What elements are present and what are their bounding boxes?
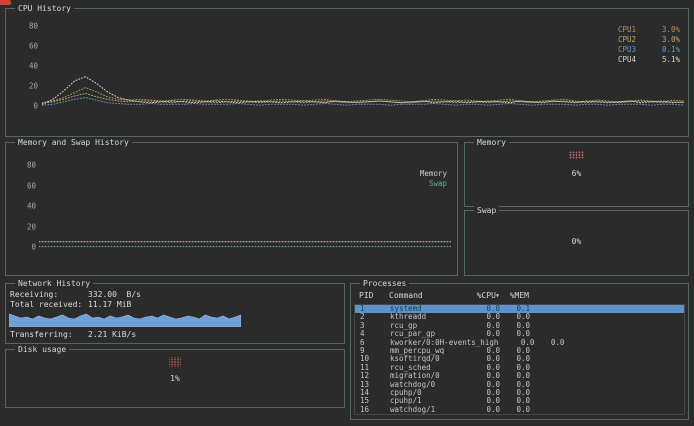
swap-gauge-panel: Swap 0% xyxy=(464,210,689,276)
cpu-legend-value: 0.1% xyxy=(662,45,680,55)
disk-usage-percent: 1% xyxy=(6,374,344,383)
y-tick-label: 20 xyxy=(29,82,38,91)
process-cpu: 0.0 xyxy=(470,406,500,414)
y-tick-label: 40 xyxy=(29,62,38,71)
swap-usage-percent: 0% xyxy=(465,237,688,246)
receiving-value: 332.00 B/s xyxy=(88,290,141,300)
processes-panel: Processes PID Command %CPU▼ %MEM 1system… xyxy=(350,283,689,420)
cpu-legend-entry: CPU2 3.0% xyxy=(618,35,680,45)
memory-usage-percent: 6% xyxy=(465,169,688,178)
memory-swap-y-axis: 80 60 40 20 0 xyxy=(6,143,36,275)
process-list[interactable]: 1systemd0.00.12kthreadd0.00.03rcu_gp0.00… xyxy=(354,304,685,415)
memory-swap-legend-label: Swap xyxy=(420,179,447,189)
cpu-legend-value: 3.0% xyxy=(662,35,680,45)
y-tick-label: 60 xyxy=(29,42,38,51)
cpu-legend-label: CPU4 xyxy=(618,55,636,65)
transferring-value: 2.21 KiB/s xyxy=(88,330,136,340)
cpu-legend: CPU1 3.0% CPU2 3.0% CPU3 0.1% CPU4 5.1% xyxy=(618,25,680,65)
header-mem[interactable]: %MEM xyxy=(499,291,529,301)
memory-gauge-panel: Memory 6% xyxy=(464,142,689,207)
process-mem: 0.0 xyxy=(500,406,530,414)
y-tick-label: 20 xyxy=(27,222,36,231)
disk-usage-dots-icon xyxy=(169,357,181,367)
cpu-legend-entry: CPU3 0.1% xyxy=(618,45,680,55)
header-pid[interactable]: PID xyxy=(359,291,389,301)
total-received-label: Total received: xyxy=(10,300,88,310)
total-received-value: 11.17 MiB xyxy=(88,300,131,310)
cpu-legend-entry: CPU4 5.1% xyxy=(618,55,680,65)
memory-gauge-title: Memory xyxy=(474,138,509,147)
memory-swap-history-panel: Memory and Swap History 806040200 Memory… xyxy=(5,142,458,276)
y-tick-label: 80 xyxy=(27,161,36,170)
receiving-label: Receiving: xyxy=(10,290,88,300)
processes-header-row: PID Command %CPU▼ %MEM xyxy=(351,291,688,301)
network-history-title: Network History xyxy=(15,279,93,288)
transferring-line: Transferring: 2.21 KiB/s xyxy=(6,330,136,340)
swap-gauge-title: Swap xyxy=(474,206,499,215)
red-indicator-icon xyxy=(0,0,11,5)
process-row[interactable]: 16watchdog/10.00.0 xyxy=(355,406,684,414)
cpu-history-panel: CPU History 806040200 CPU13.0%CPU23.0%CP… xyxy=(5,8,689,137)
y-tick-label: 60 xyxy=(27,181,36,190)
memory-usage-dots-icon xyxy=(569,151,584,159)
memory-swap-legend: MemorySwap xyxy=(420,169,447,189)
receiving-line: Receiving: 332.00 B/s xyxy=(6,290,141,300)
memory-swap-history-chart xyxy=(39,155,451,255)
network-sparkline-chart xyxy=(9,311,241,327)
total-received-line: Total received: 11.17 MiB xyxy=(6,300,131,310)
header-cpu[interactable]: %CPU▼ xyxy=(469,291,499,301)
cpu-y-axis: 80 60 40 20 0 xyxy=(6,9,38,136)
cpu-legend-label: CPU3 xyxy=(618,45,636,55)
y-tick-label: 0 xyxy=(33,102,38,111)
process-pid: 16 xyxy=(360,406,390,414)
header-command[interactable]: Command xyxy=(389,291,469,301)
network-history-panel: Network History Receiving: 332.00 B/s To… xyxy=(5,283,345,344)
cpu-legend-entry: CPU1 3.0% xyxy=(618,25,680,35)
y-tick-label: 0 xyxy=(31,243,36,252)
process-command: watchdog/1 xyxy=(390,406,470,414)
cpu-legend-label: CPU2 xyxy=(618,35,636,45)
cpu-legend-value: 5.1% xyxy=(662,55,680,65)
disk-usage-title: Disk usage xyxy=(15,345,69,354)
y-tick-label: 80 xyxy=(29,22,38,31)
cpu-legend-label: CPU1 xyxy=(618,25,636,35)
memory-swap-legend-label: Memory xyxy=(420,169,447,179)
y-tick-label: 40 xyxy=(27,202,36,211)
processes-title: Processes xyxy=(360,279,409,288)
cpu-history-chart xyxy=(42,19,684,114)
disk-usage-panel: Disk usage 1% xyxy=(5,349,345,408)
process-mem: 0.0 xyxy=(534,339,564,347)
cpu-legend-value: 3.0% xyxy=(662,25,680,35)
transferring-label: Transferring: xyxy=(10,330,88,340)
